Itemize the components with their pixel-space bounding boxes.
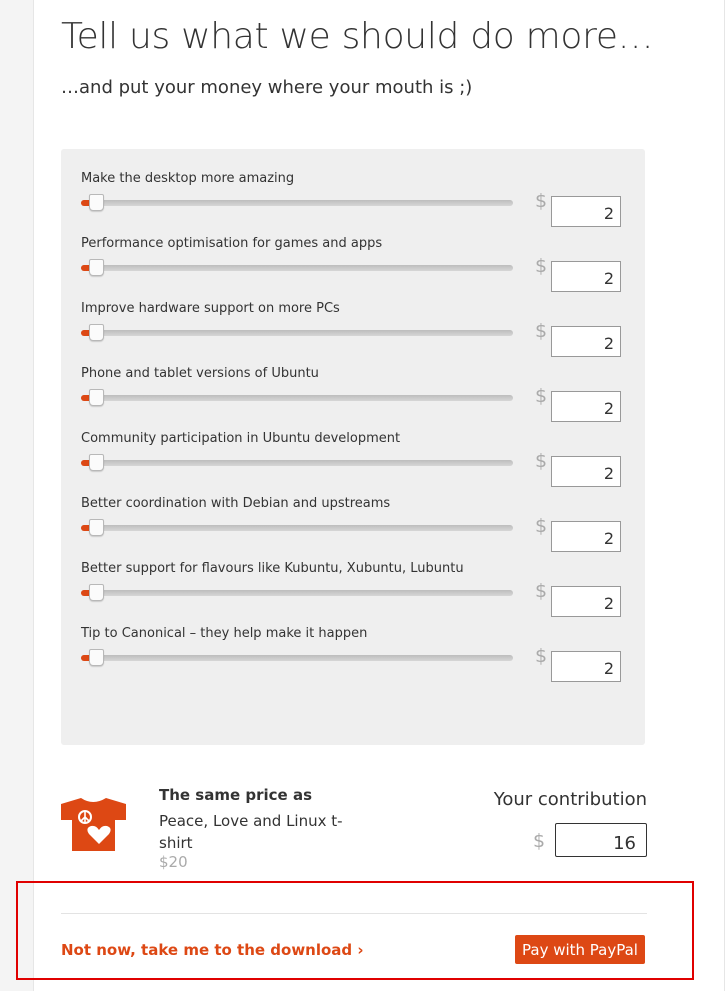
slider-label: Tip to Canonical – they help make it hap… [81,626,368,641]
slider-row-debian: Better coordination with Debian and upst… [61,496,645,561]
slider-handle[interactable] [89,649,104,666]
slider-row-canonical-tip: Tip to Canonical – they help make it hap… [61,626,645,691]
amount-input[interactable] [551,261,621,292]
amount-slider[interactable] [81,194,513,211]
dollar-sign: $ [535,385,548,407]
amount-slider[interactable] [81,324,513,341]
page-subtitle: …and put your money where your mouth is … [61,77,473,98]
page-title: Tell us what we should do more… [61,16,654,57]
slider-row-performance: Performance optimisation for games and a… [61,236,645,301]
dollar-sign: $ [535,320,548,342]
slider-row-phone-tablet: Phone and tablet versions of Ubuntu $ [61,366,645,431]
amount-slider[interactable] [81,519,513,536]
amount-slider[interactable] [81,649,513,666]
slider-label: Community participation in Ubuntu develo… [81,431,401,446]
dollar-sign: $ [535,450,548,472]
amount-input[interactable] [551,651,621,682]
amount-input[interactable] [551,196,621,227]
contribution-total-input[interactable] [555,823,647,857]
amount-slider[interactable] [81,454,513,471]
dollar-sign: $ [535,515,548,537]
amount-input[interactable] [551,521,621,552]
skip-to-download-link[interactable]: Not now, take me to the download › [61,941,364,959]
amount-input[interactable] [551,391,621,422]
slider-label: Make the desktop more amazing [81,171,295,186]
slider-row-community: Community participation in Ubuntu develo… [61,431,645,496]
dollar-sign: $ [535,255,548,277]
amount-slider[interactable] [81,389,513,406]
amount-slider[interactable] [81,259,513,276]
slider-row-desktop: Make the desktop more amazing $ [61,171,645,236]
pay-with-paypal-button[interactable]: Pay with PayPal [515,935,645,964]
same-price-label: The same price as [159,786,312,804]
slider-label: Better coordination with Debian and upst… [81,496,391,511]
dollar-sign: $ [535,190,548,212]
slider-handle[interactable] [89,194,104,211]
tshirt-price: $20 [159,853,188,871]
slider-row-flavours: Better support for flavours like Kubuntu… [61,561,645,626]
tshirt-name: Peace, Love and Linux t-shirt [159,812,343,852]
slider-handle[interactable] [89,324,104,341]
amount-input[interactable] [551,326,621,357]
amount-input[interactable] [551,586,621,617]
slider-label: Improve hardware support on more PCs [81,301,340,316]
slider-label: Performance optimisation for games and a… [81,236,383,251]
amount-slider[interactable] [81,584,513,601]
slider-label: Better support for flavours like Kubuntu… [81,561,464,576]
dollar-sign: $ [535,645,548,667]
dollar-sign: $ [533,830,546,852]
donation-sliders-panel: Make the desktop more amazing $ Performa… [61,149,645,745]
dollar-sign: $ [535,580,548,602]
contribution-label: Your contribution [493,789,647,810]
tshirt-icon [61,798,126,851]
slider-row-hardware: Improve hardware support on more PCs $ [61,301,645,366]
footer-divider [61,913,647,914]
slider-handle[interactable] [89,259,104,276]
slider-handle[interactable] [89,584,104,601]
amount-input[interactable] [551,456,621,487]
slider-handle[interactable] [89,389,104,406]
slider-label: Phone and tablet versions of Ubuntu [81,366,319,381]
slider-handle[interactable] [89,454,104,471]
slider-handle[interactable] [89,519,104,536]
